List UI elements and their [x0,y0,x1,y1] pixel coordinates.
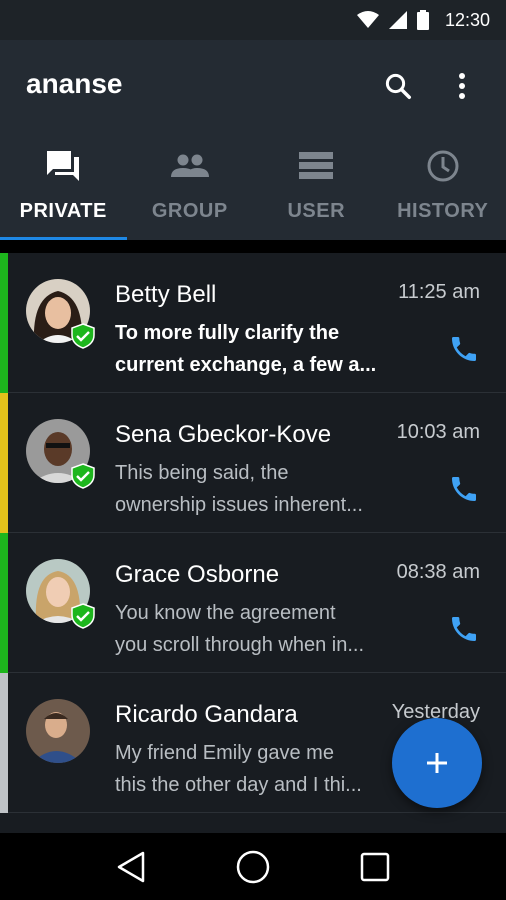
plus-icon [427,753,447,773]
message-preview: My friend Emily gave me this the other d… [115,742,362,796]
more-options-button[interactable] [438,62,486,110]
verified-shield-icon [70,603,96,629]
contact-name: Sena Gbeckor-Kove [115,421,332,448]
tab-group-label: GROUP [151,200,228,222]
phone-icon [452,617,476,641]
tab-bar: PRIVATE GROUP USER HISTORY [0,136,506,240]
message-time: 08:38 am [396,561,480,583]
battery-icon [416,10,429,30]
phone-icon [452,337,476,361]
verified-shield-icon [70,323,96,349]
chat-icon [47,151,80,181]
tab-user-label: USER [287,200,346,222]
back-button[interactable] [109,845,153,889]
phone-icon [452,477,476,501]
home-button[interactable] [231,845,275,889]
contact-name: Grace Osborne [115,561,280,588]
app-title: ananse [26,68,123,99]
status-bar: 12:30 [0,0,506,40]
list-icon [299,152,334,179]
tab-user[interactable]: USER [253,136,380,240]
conversation-row[interactable]: Grace Osborne 08:38 am You know the agre… [0,533,506,673]
new-conversation-fab[interactable] [392,718,482,808]
tab-private[interactable]: PRIVATE [0,136,127,240]
status-strip [0,253,8,393]
home-circle-icon [236,850,270,883]
status-strip [0,673,8,813]
group-icon [170,154,209,177]
avatar [26,699,90,763]
call-button[interactable] [444,609,484,649]
contact-name: Ricardo Gandara [115,701,298,728]
message-preview: This being said, the ownership issues in… [115,462,363,516]
clock-icon [427,150,459,182]
tab-private-label: PRIVATE [19,200,107,222]
recents-button[interactable] [353,845,397,889]
cell-signal-icon [388,11,407,29]
contact-name: Betty Bell [115,281,217,308]
tab-group[interactable]: GROUP [127,136,254,240]
status-time: 12:30 [444,9,490,30]
message-time: 11:25 am [398,281,480,303]
tab-history[interactable]: HISTORY [380,136,506,240]
message-preview: To more fully clarify the current exchan… [115,322,377,376]
system-nav-bar [0,833,506,900]
recents-square-icon [360,852,390,881]
wifi-icon [356,11,379,28]
conversation-row[interactable]: Betty Bell 11:25 am To more fully clarif… [0,253,506,393]
conversation-row[interactable]: Sena Gbeckor-Kove 10:03 am This being sa… [0,393,506,533]
tab-history-label: HISTORY [397,200,489,222]
app-bar: ananse PRIVATE GROUP USER HISTORY [0,40,506,240]
call-button[interactable] [444,469,484,509]
status-strip [0,393,8,533]
message-time: 10:03 am [396,421,480,443]
call-button[interactable] [444,329,484,369]
message-preview: You know the agreement you scroll throug… [115,602,365,656]
status-strip [0,533,8,673]
active-tab-indicator [0,237,127,240]
more-vert-icon [459,73,465,99]
search-button[interactable] [374,62,422,110]
verified-shield-icon [70,463,96,489]
back-triangle-icon [117,851,145,882]
search-icon [385,73,411,99]
